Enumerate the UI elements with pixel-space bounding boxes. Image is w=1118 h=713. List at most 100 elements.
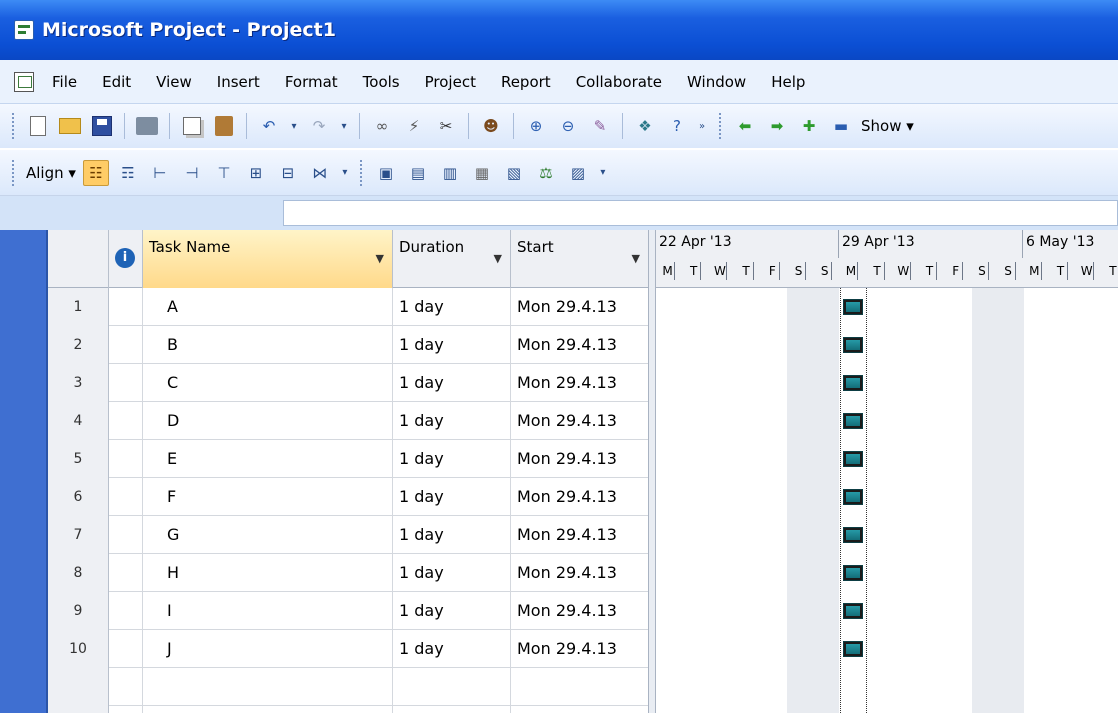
hierarchy-right-icon[interactable]: ⊣ — [179, 160, 205, 186]
open-folder-icon[interactable] — [57, 113, 83, 139]
menu-file[interactable]: File — [52, 73, 77, 91]
menu-collaborate[interactable]: Collaborate — [576, 73, 662, 91]
table-row[interactable]: 8H1 day Mon 29.4.13 — [48, 554, 648, 592]
task-bar[interactable] — [843, 641, 863, 657]
start-cell[interactable]: Mon 29.4.13 — [511, 402, 648, 440]
task-name-cell[interactable] — [143, 706, 393, 713]
start-column-header[interactable]: Start ▼ — [511, 230, 648, 288]
unlink-tasks-icon[interactable]: ⚡ — [401, 113, 427, 139]
row-id-cell[interactable]: 5 — [48, 440, 109, 478]
start-cell[interactable]: Mon 29.4.13 — [511, 478, 648, 516]
gantt-chart[interactable]: 22 Apr '13 29 Apr '13 6 May '13 MTWTFSSM… — [656, 230, 1118, 713]
duration-cell[interactable]: 1 day — [393, 516, 511, 554]
task-name-cell[interactable]: D — [143, 402, 393, 440]
indicator-column-header[interactable]: i — [109, 230, 143, 288]
menu-tools[interactable]: Tools — [363, 73, 400, 91]
table-view-icon[interactable]: ▤ — [405, 160, 431, 186]
link-tasks-icon[interactable]: ∞ — [369, 113, 395, 139]
row-id-cell[interactable] — [48, 668, 109, 706]
new-icon[interactable] — [25, 113, 51, 139]
dropdown-arrow-icon[interactable]: ▼ — [376, 252, 384, 265]
table-row[interactable]: 1A1 day Mon 29.4.13 — [48, 288, 648, 326]
toolbar-grip[interactable] — [719, 113, 723, 139]
task-bar[interactable] — [843, 337, 863, 353]
entry-field-input[interactable] — [283, 200, 1118, 226]
paste-icon[interactable] — [211, 113, 237, 139]
table-row[interactable]: 9I1 day Mon 29.4.13 — [48, 592, 648, 630]
duration-cell[interactable]: 1 day — [393, 554, 511, 592]
layout-icon[interactable]: ☷ — [82, 159, 109, 186]
show-subtasks-icon[interactable]: ✚ — [796, 113, 822, 139]
table-row[interactable]: 7G1 day Mon 29.4.13 — [48, 516, 648, 554]
copy-icon[interactable] — [179, 113, 205, 139]
menu-edit[interactable]: Edit — [102, 73, 131, 91]
duration-cell[interactable]: 1 day — [393, 326, 511, 364]
table-row[interactable]: 2B1 day Mon 29.4.13 — [48, 326, 648, 364]
task-name-cell[interactable]: J — [143, 630, 393, 668]
start-cell[interactable]: Mon 29.4.13 — [511, 326, 648, 364]
grid-layout-icon[interactable]: ⊟ — [275, 160, 301, 186]
table-row[interactable]: 3C1 day Mon 29.4.13 — [48, 364, 648, 402]
gantt-wizard-icon[interactable]: ✎ — [587, 113, 613, 139]
table-row[interactable]: 5E1 day Mon 29.4.13 — [48, 440, 648, 478]
task-name-cell[interactable]: A — [143, 288, 393, 326]
hierarchy-left-icon[interactable]: ⊢ — [147, 160, 173, 186]
duration-cell[interactable]: 1 day — [393, 630, 511, 668]
toolbar-grip[interactable] — [359, 159, 364, 186]
task-name-cell[interactable]: B — [143, 326, 393, 364]
table-row[interactable]: 10 J 1 day Mon 29.4.13 — [48, 630, 648, 668]
menu-window[interactable]: Window — [687, 73, 746, 91]
zoom-in-icon[interactable]: ⊕ — [523, 113, 549, 139]
start-cell[interactable]: Mon 29.4.13 — [511, 516, 648, 554]
task-name-cell[interactable]: H — [143, 554, 393, 592]
menu-project[interactable]: Project — [425, 73, 476, 91]
table-row[interactable] — [48, 706, 648, 713]
undo-icon[interactable]: ↶ — [256, 113, 282, 139]
help-icon[interactable]: ? — [664, 113, 690, 139]
task-bar[interactable] — [843, 527, 863, 543]
duration-column-header[interactable]: Duration ▼ — [393, 230, 511, 288]
row-id-cell[interactable]: 10 — [48, 630, 109, 668]
start-cell[interactable] — [511, 706, 648, 713]
row-id-cell[interactable]: 4 — [48, 402, 109, 440]
calculator-icon[interactable]: ▦ — [469, 160, 495, 186]
start-cell[interactable]: Mon 29.4.13 — [511, 288, 648, 326]
document-icon[interactable] — [14, 71, 34, 92]
row-id-cell[interactable]: 1 — [48, 288, 109, 326]
redo-dropdown-icon[interactable]: ▾ — [338, 113, 350, 139]
view-bar[interactable] — [0, 230, 48, 713]
toolbar-grip[interactable] — [12, 113, 16, 139]
start-cell[interactable] — [511, 668, 648, 706]
row-id-cell[interactable]: 2 — [48, 326, 109, 364]
undo-dropdown-icon[interactable]: ▾ — [288, 113, 300, 139]
table-row[interactable]: 6F1 day Mon 29.4.13 — [48, 478, 648, 516]
row-id-cell[interactable]: 8 — [48, 554, 109, 592]
assign-resources-icon[interactable]: ☻ — [478, 113, 504, 139]
menu-view[interactable]: View — [156, 73, 192, 91]
start-cell[interactable]: Mon 29.4.13 — [511, 364, 648, 402]
align-dropdown[interactable]: Align ▾ — [26, 164, 76, 182]
network-layout-icon[interactable]: ⋈ — [307, 160, 333, 186]
task-form-icon[interactable]: ▣ — [373, 160, 399, 186]
row-id-cell[interactable] — [48, 706, 109, 713]
print-icon[interactable] — [134, 113, 160, 139]
toolbar-overflow-icon[interactable]: ▾ — [339, 160, 351, 186]
task-bar[interactable] — [843, 603, 863, 619]
toolbar-overflow-icon[interactable]: » — [696, 113, 708, 139]
dropdown-arrow-icon[interactable]: ▼ — [632, 252, 640, 265]
row-id-cell[interactable]: 9 — [48, 592, 109, 630]
task-name-cell[interactable]: C — [143, 364, 393, 402]
zoom-out-icon[interactable]: ⊖ — [555, 113, 581, 139]
duration-cell[interactable] — [393, 706, 511, 713]
menu-insert[interactable]: Insert — [217, 73, 260, 91]
hide-subtasks-icon[interactable]: ▬ — [828, 113, 854, 139]
table-icon[interactable]: ▨ — [565, 160, 591, 186]
start-cell[interactable]: Mon 29.4.13 — [511, 630, 648, 668]
select-all-corner[interactable] — [48, 230, 109, 288]
menu-report[interactable]: Report — [501, 73, 551, 91]
redo-icon[interactable]: ↷ — [306, 113, 332, 139]
task-name-cell[interactable]: G — [143, 516, 393, 554]
indent-left-icon[interactable]: ⬅ — [732, 113, 758, 139]
toolbar-overflow-icon[interactable]: ▾ — [597, 160, 609, 186]
copy-picture-icon[interactable]: ❖ — [632, 113, 658, 139]
